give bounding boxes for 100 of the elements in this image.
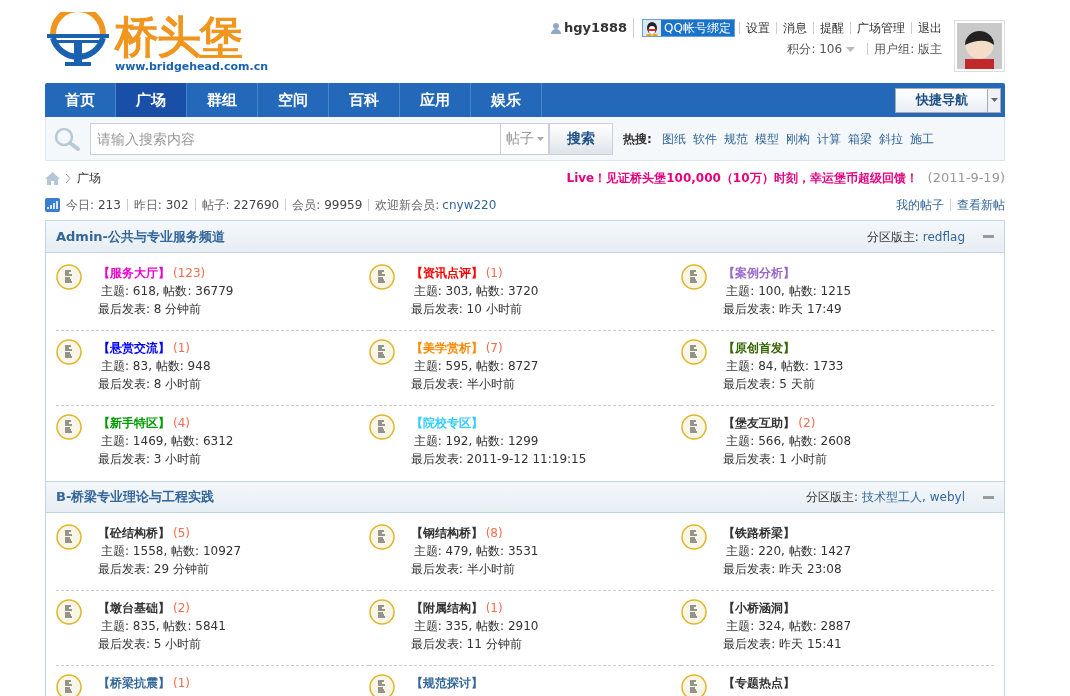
forum-stats: 主题: 100, 帖数: 1215 [725, 283, 852, 300]
forum-name-link[interactable]: 【墩台基础】 [98, 599, 170, 617]
moderator-label: 分区版主: [866, 228, 919, 246]
forum-icon [368, 414, 395, 440]
forum-name-link[interactable]: 【桥梁抗震】 [98, 674, 170, 692]
chevron-icon [66, 173, 71, 183]
forum-icon [56, 339, 82, 365]
forum-name-link[interactable]: 【规范探讨】 [410, 674, 483, 692]
forum-name-link[interactable]: 【小桥涵洞】 [723, 599, 796, 617]
forum-name-link[interactable]: 【铁路桥梁】 [723, 524, 796, 542]
new-posts-count: (5) [173, 525, 190, 542]
hot-search-link[interactable]: 规范 [723, 129, 748, 148]
forum-icon [681, 264, 708, 290]
avatar[interactable] [954, 20, 1005, 72]
forum-name-link[interactable]: 【专题热点】 [723, 674, 796, 692]
new-posts-count: (7) [485, 340, 503, 357]
new-posts-count: (1) [173, 340, 190, 357]
header-link[interactable]: 设置 [739, 22, 776, 34]
new-posts-count: (123) [173, 265, 206, 282]
forum-stats: 主题: 566, 帖数: 2608 [725, 433, 852, 450]
forum-icon [681, 599, 708, 625]
stat-text: 会员: 99959 [285, 199, 369, 211]
forum-name-link[interactable]: 【附属结构】 [410, 599, 483, 617]
hot-search-link[interactable]: 斜拉 [878, 129, 903, 148]
hot-search-link[interactable]: 计算 [816, 129, 841, 148]
forum-icon [368, 599, 395, 625]
last-post-text: 最后发表: 2011-9-12 11:19:15 [410, 451, 587, 468]
forum-name-link[interactable]: 【堡友互助】 [723, 414, 796, 432]
forum-icon [681, 339, 708, 365]
header-link[interactable]: 消息 [776, 22, 813, 34]
forum-name-link[interactable]: 【原创首发】 [723, 339, 796, 357]
forum-icon [368, 339, 395, 365]
forum-stats: 主题: 84, 帖数: 1733 [725, 358, 844, 375]
forum-icon [56, 524, 82, 550]
quick-nav-dropdown[interactable] [988, 87, 1001, 113]
stat-text: 今日: 213 [66, 199, 122, 211]
hot-search-link[interactable]: 软件 [692, 129, 717, 148]
last-post-text: 最后发表: 11 分钟前 [410, 636, 523, 653]
collapse-icon[interactable] [983, 495, 994, 499]
username-link[interactable]: hgy1888 [563, 18, 635, 38]
new-posts-count: (1) [173, 675, 190, 692]
last-post-text: 最后发表: 昨天 23:08 [723, 561, 843, 578]
forum-icon [368, 264, 395, 290]
moderator-link[interactable]: redflag [922, 227, 965, 246]
caret-icon [846, 46, 856, 52]
stat-text: 帖子: 227690 [194, 199, 286, 211]
moderator-link[interactable]: 技术型工人, webyl [862, 488, 965, 506]
hot-search-link[interactable]: 图纸 [661, 129, 686, 148]
header-link[interactable]: 提醒 [813, 22, 850, 34]
hot-search-link[interactable]: 施工 [909, 129, 934, 148]
last-post-text: 最后发表: 1 小时前 [723, 451, 828, 468]
forum-icon [368, 674, 395, 696]
forum-icon [56, 599, 82, 625]
forum-name-link[interactable]: 【悬赏交流】 [98, 339, 170, 357]
my-link[interactable]: 我的帖子 [896, 199, 950, 211]
forum-stats: 主题: 835, 帖数: 5841 [100, 618, 226, 635]
nav-tab[interactable]: 广场 [116, 83, 187, 117]
forum-stats: 主题: 335, 帖数: 2910 [412, 618, 539, 635]
forum-name-link[interactable]: 【砼结构桥】 [98, 524, 170, 542]
search-button[interactable]: 搜索 [549, 122, 613, 155]
forum-stats: 主题: 618, 帖数: 36779 [100, 283, 234, 300]
forum-stats: 主题: 192, 帖数: 1299 [412, 433, 540, 450]
quick-nav-button[interactable]: 快捷导航 [895, 87, 988, 113]
section-title[interactable]: B-桥梁专业理论与工程实践 [56, 487, 215, 507]
penguin-icon [643, 20, 662, 36]
credits-text[interactable]: 积分: 106 [787, 40, 843, 58]
header-link[interactable]: 广场管理 [850, 22, 911, 34]
last-post-text: 最后发表: 29 分钟前 [98, 561, 210, 578]
caret-icon [990, 98, 998, 102]
hot-search-link[interactable]: 箱梁 [847, 129, 872, 148]
forum-name-link[interactable]: 【新手特区】 [98, 414, 170, 432]
forum-icon [368, 524, 395, 550]
caret-icon [536, 136, 544, 141]
new-posts-count: (8) [485, 525, 503, 542]
forum-name-link[interactable]: 【案例分析】 [723, 264, 796, 282]
moderator-label: 分区版主: [806, 489, 859, 506]
qq-bind-button[interactable]: QQ帐号绑定 [642, 19, 735, 37]
hot-search-link[interactable]: 模型 [754, 129, 779, 148]
new-member-link[interactable]: cnyw220 [442, 196, 497, 214]
user-icon [549, 22, 562, 34]
forum-name-link[interactable]: 【服务大厅】 [98, 264, 170, 282]
hot-search-link[interactable]: 刚构 [785, 129, 810, 148]
hot-search-label: 热搜: [623, 130, 652, 148]
search-field[interactable]: 请输入搜索内容 [90, 122, 500, 155]
forum-name-link[interactable]: 【钢结构桥】 [410, 524, 483, 542]
forum-name-link[interactable]: 【资讯点评】 [410, 264, 483, 282]
my-link[interactable]: 查看新帖 [950, 199, 1005, 211]
last-post-text: 最后发表: 10 小时前 [410, 301, 523, 318]
home-icon[interactable] [45, 171, 60, 185]
section-title[interactable]: Admin-公共与专业服务频道 [56, 226, 226, 247]
last-post-text: 最后发表: 8 分钟前 [98, 301, 203, 318]
last-post-text: 最后发表: 5 天前 [723, 376, 816, 393]
announcement-link[interactable]: Live！见证桥头堡100,000（10万）时刻，幸运堡币超级回馈！ [566, 169, 918, 187]
stat-text: 昨日: 302 [126, 199, 195, 211]
forum-stats: 主题: 83, 帖数: 948 [100, 358, 211, 375]
header-link[interactable]: 退出 [911, 22, 948, 34]
logo-title: 桥头堡 [115, 15, 243, 59]
stats-chart-icon [45, 198, 60, 212]
forum-stats: 主题: 595, 帖数: 8727 [412, 358, 539, 375]
new-posts-count: (2) [798, 415, 816, 432]
